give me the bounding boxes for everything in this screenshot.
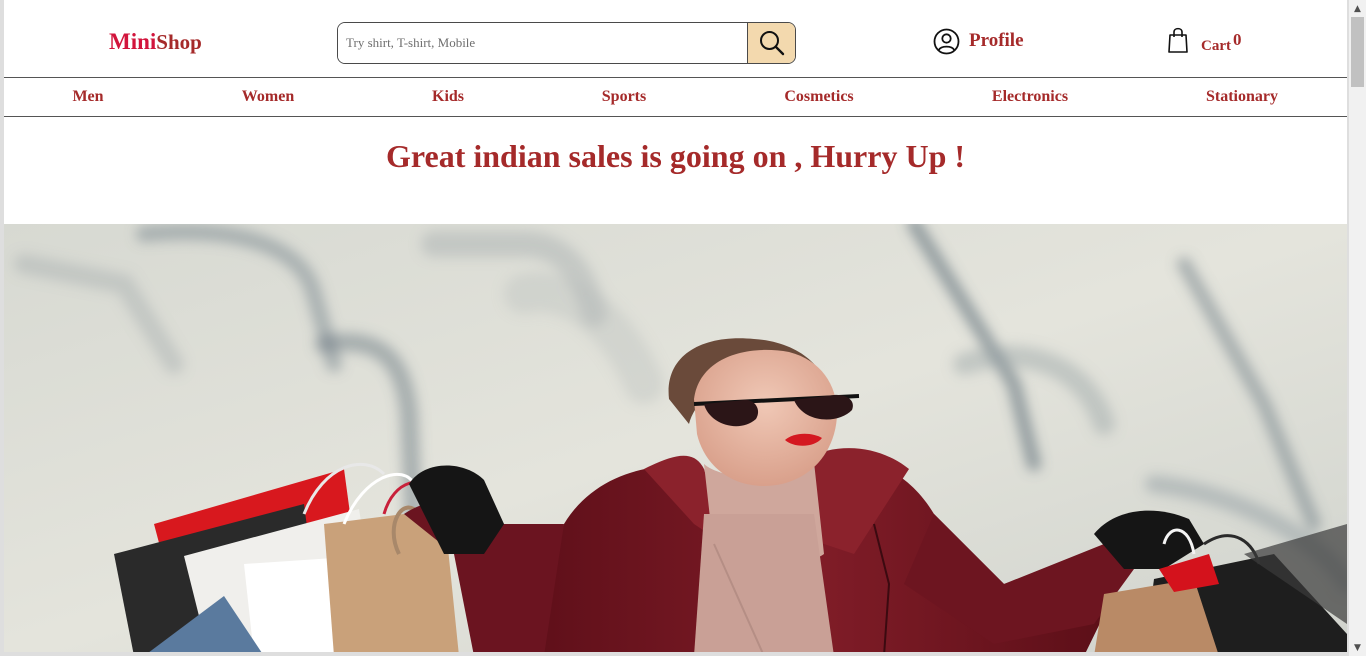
sale-banner-heading: Great indian sales is going on , Hurry U… [385,138,966,174]
profile-label: Profile [969,30,1024,51]
nav-item-women[interactable]: Women [242,78,294,116]
profile-link[interactable]: Profile [933,26,1024,56]
hero-image [4,224,1347,656]
scroll-thumb[interactable] [1351,17,1364,87]
search-input[interactable] [338,23,747,63]
nav-item-kids[interactable]: Kids [432,78,464,116]
search-button[interactable] [747,23,795,63]
site-header: MiniShop Profile Cart [4,0,1347,77]
nav-item-stationary[interactable]: Stationary [1206,78,1278,116]
logo[interactable]: MiniShop [109,27,202,57]
cart-count-badge: 0 [1233,30,1242,49]
window-bottom-edge [0,652,1349,656]
page: MiniShop Profile Cart [4,0,1347,656]
scroll-down-arrow-icon[interactable]: ▼ [1349,639,1366,656]
nav-item-men[interactable]: Men [72,78,103,116]
scroll-up-arrow-icon[interactable]: ▲ [1349,0,1366,17]
vertical-scrollbar[interactable]: ▲ ▼ [1349,0,1366,656]
shopping-bag-icon [1168,27,1188,53]
logo-shop: Shop [156,30,202,54]
category-nav: Men Women Kids Sports Cosmetics Electron… [4,77,1347,117]
nav-item-electronics[interactable]: Electronics [992,78,1068,116]
search-icon [759,31,784,56]
nav-item-cosmetics[interactable]: Cosmetics [784,78,853,116]
user-circle-icon [933,28,960,54]
logo-mini: Mini [109,29,157,54]
cart-label: Cart [1201,38,1231,54]
nav-item-sports[interactable]: Sports [602,78,646,116]
search-bar [337,22,796,64]
